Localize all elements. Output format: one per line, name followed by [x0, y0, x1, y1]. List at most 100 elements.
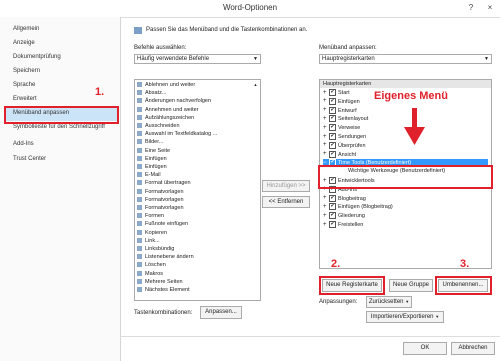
command-list-item[interactable]: Link... — [137, 238, 160, 244]
new-group-button[interactable]: Neue Gruppe — [389, 279, 433, 292]
ribbon-tree-label: Verweise — [338, 125, 361, 132]
sidebar-item-language[interactable]: Sprache — [13, 82, 35, 88]
command-list-item[interactable]: Formatvorlagen — [137, 189, 184, 195]
sidebar-item-addins[interactable]: Add-Ins — [13, 141, 34, 147]
command-icon — [137, 213, 142, 219]
ribbon-tree-tab[interactable]: + ✔ Verweise — [323, 124, 361, 132]
ribbon-tree-label: Gliederung — [338, 213, 365, 220]
command-list-item[interactable]: E-Mail — [137, 172, 161, 178]
command-list-item[interactable]: Ablehnen und weiter — [137, 82, 195, 88]
command-list-item[interactable]: Ausschneiden — [137, 123, 180, 129]
checkbox-icon[interactable]: ✔ — [329, 203, 336, 211]
scroll-up-icon[interactable]: ▲ — [252, 82, 259, 88]
command-label: Eine Seite — [145, 147, 171, 154]
sidebar-item-quick-access[interactable]: Symbolleiste für den Schnellzugriff — [13, 124, 105, 130]
command-label: Listenebene ändern — [145, 254, 194, 261]
help-button[interactable]: ? — [462, 0, 480, 16]
customizations-label: Anpassungen: — [319, 299, 358, 305]
command-list-item[interactable]: Änderungen nachverfolgen — [137, 98, 211, 104]
command-list-item[interactable]: Format übertragen — [137, 180, 191, 186]
ok-button[interactable]: OK — [403, 342, 447, 355]
window-title: Word-Optionen — [222, 3, 278, 12]
command-list-item[interactable]: Linksbündig — [137, 246, 174, 252]
ribbon-tree-tab[interactable]: + ✔ Freistellen — [323, 221, 363, 228]
ribbon-tree-tab[interactable]: + ✔ Überprüfen — [323, 141, 366, 149]
checkbox-icon[interactable]: ✔ — [329, 133, 336, 140]
command-label: Bilder... — [145, 139, 164, 146]
ribbon-tree-tab[interactable]: + ✔ Sendungen — [323, 133, 366, 140]
checkbox-icon[interactable]: ✔ — [329, 221, 336, 228]
ribbon-tree-label: Entwurf — [338, 107, 357, 114]
command-list-item[interactable]: Formatvorlagen — [137, 197, 184, 203]
header-text: Passen Sie das Menüband und die Tastenko… — [146, 27, 308, 33]
command-list-item[interactable]: Formatvorlagen — [137, 205, 184, 211]
ribbon-tree-label: Start — [338, 89, 350, 96]
command-list-item[interactable]: Bilder... — [137, 139, 163, 145]
command-list-item[interactable]: Listenebene ändern — [137, 254, 194, 260]
command-list-item[interactable]: Formen — [137, 213, 164, 219]
command-icon — [137, 90, 142, 96]
command-icon — [137, 254, 142, 260]
sidebar-item-general[interactable]: Allgemein — [13, 26, 39, 32]
command-list-item[interactable]: Eine Seite — [137, 148, 170, 154]
ribbon-tree-tab[interactable]: + ✔ Einfügen (Blogbeitrag) — [323, 203, 393, 211]
annotation-own-menu: Eigenes Menü — [374, 90, 448, 102]
command-list-item[interactable]: Makros — [137, 271, 163, 277]
reset-button[interactable]: Zurücksetten ▼ — [366, 296, 412, 308]
command-list-item[interactable]: Mehrere Seiten — [137, 279, 183, 285]
cancel-button[interactable]: Abbrechen — [451, 342, 495, 355]
checkbox-icon[interactable]: ✔ — [329, 194, 336, 202]
command-list-item[interactable]: Löschen — [137, 262, 166, 268]
command-icon — [137, 172, 142, 178]
close-button[interactable]: × — [481, 0, 499, 16]
remove-button[interactable]: << Entfernen — [262, 196, 310, 208]
command-list-item[interactable]: Nächstes Element — [137, 287, 190, 293]
command-list-item[interactable]: Aufzählungszeichen — [137, 115, 194, 121]
ribbon-tree-tab[interactable]: + ✔ Entwurf — [323, 106, 357, 114]
checkbox-icon[interactable]: ✔ — [329, 141, 336, 149]
command-list-item[interactable]: Fußnote einfügen — [137, 221, 188, 227]
annotation-box-ribbon — [4, 106, 119, 124]
ribbon-tree-tab[interactable]: + ✔ Ansicht — [323, 150, 356, 158]
ribbon-tree-label: Freistellen — [338, 221, 364, 228]
ribbon-select[interactable]: Hauptregisterkarten ▼ — [319, 54, 492, 64]
command-list-item[interactable]: Einfügen — [137, 164, 167, 170]
customize-shortcuts-button[interactable]: Anpassen... — [200, 306, 242, 319]
checkbox-icon[interactable]: ✔ — [329, 115, 336, 123]
checkbox-icon[interactable]: ✔ — [329, 106, 336, 114]
command-list-item[interactable]: Einfügen — [137, 156, 167, 162]
command-list-item[interactable]: Annehmen und weiter — [137, 107, 199, 113]
command-list-item[interactable]: Absatz... — [137, 90, 166, 96]
ribbon-tree-tab[interactable]: + ✔ Seitenlayout — [323, 115, 368, 123]
annotation-step1: 1. — [95, 86, 105, 98]
checkbox-icon[interactable]: ✔ — [329, 150, 336, 158]
ribbon-tree-tab[interactable]: + ✔ Start — [323, 89, 350, 96]
ribbon-tree-tab[interactable]: + ✔ Blogbeitrag — [323, 194, 366, 202]
sidebar-item-save[interactable]: Speichern — [13, 68, 40, 74]
checkbox-icon[interactable]: ✔ — [329, 89, 336, 96]
annotation-step2: 2. — [331, 258, 341, 270]
command-list-item[interactable]: Kopieren — [137, 230, 167, 236]
command-list-item[interactable]: Auswahl im Textfeldkatalog ... — [137, 131, 217, 137]
command-icon — [137, 196, 142, 202]
checkbox-icon[interactable]: ✔ — [329, 97, 336, 105]
command-icon — [137, 221, 142, 227]
sidebar-item-trust-center[interactable]: Trust Center — [13, 156, 46, 162]
commands-select[interactable]: Häufig verwendete Befehle ▼ — [134, 54, 261, 64]
add-button[interactable]: Hinzufügen >> — [262, 180, 310, 192]
annotation-arrow-shaft — [412, 108, 417, 128]
ribbon-tree-tab[interactable]: + ✔ Gliederung — [323, 212, 365, 220]
import-export-button[interactable]: Importieren/Exportieren ▼ — [366, 311, 444, 323]
sidebar-item-display[interactable]: Anzeige — [13, 40, 35, 46]
command-icon — [137, 123, 142, 129]
command-label: Link... — [145, 237, 160, 244]
checkbox-icon[interactable]: ✔ — [329, 124, 336, 132]
sidebar-item-advanced[interactable]: Erweitert — [13, 96, 37, 102]
checkbox-icon[interactable]: ✔ — [329, 212, 336, 220]
chevron-down-icon: ▼ — [484, 56, 489, 62]
command-label: Änderungen nachverfolgen — [145, 98, 212, 105]
ribbon-tree-tab[interactable]: + ✔ Einfügen — [323, 97, 360, 105]
command-icon — [137, 205, 142, 211]
command-label: Löschen — [145, 262, 166, 269]
sidebar-item-proofing[interactable]: Dokumentprüfung — [13, 54, 61, 60]
